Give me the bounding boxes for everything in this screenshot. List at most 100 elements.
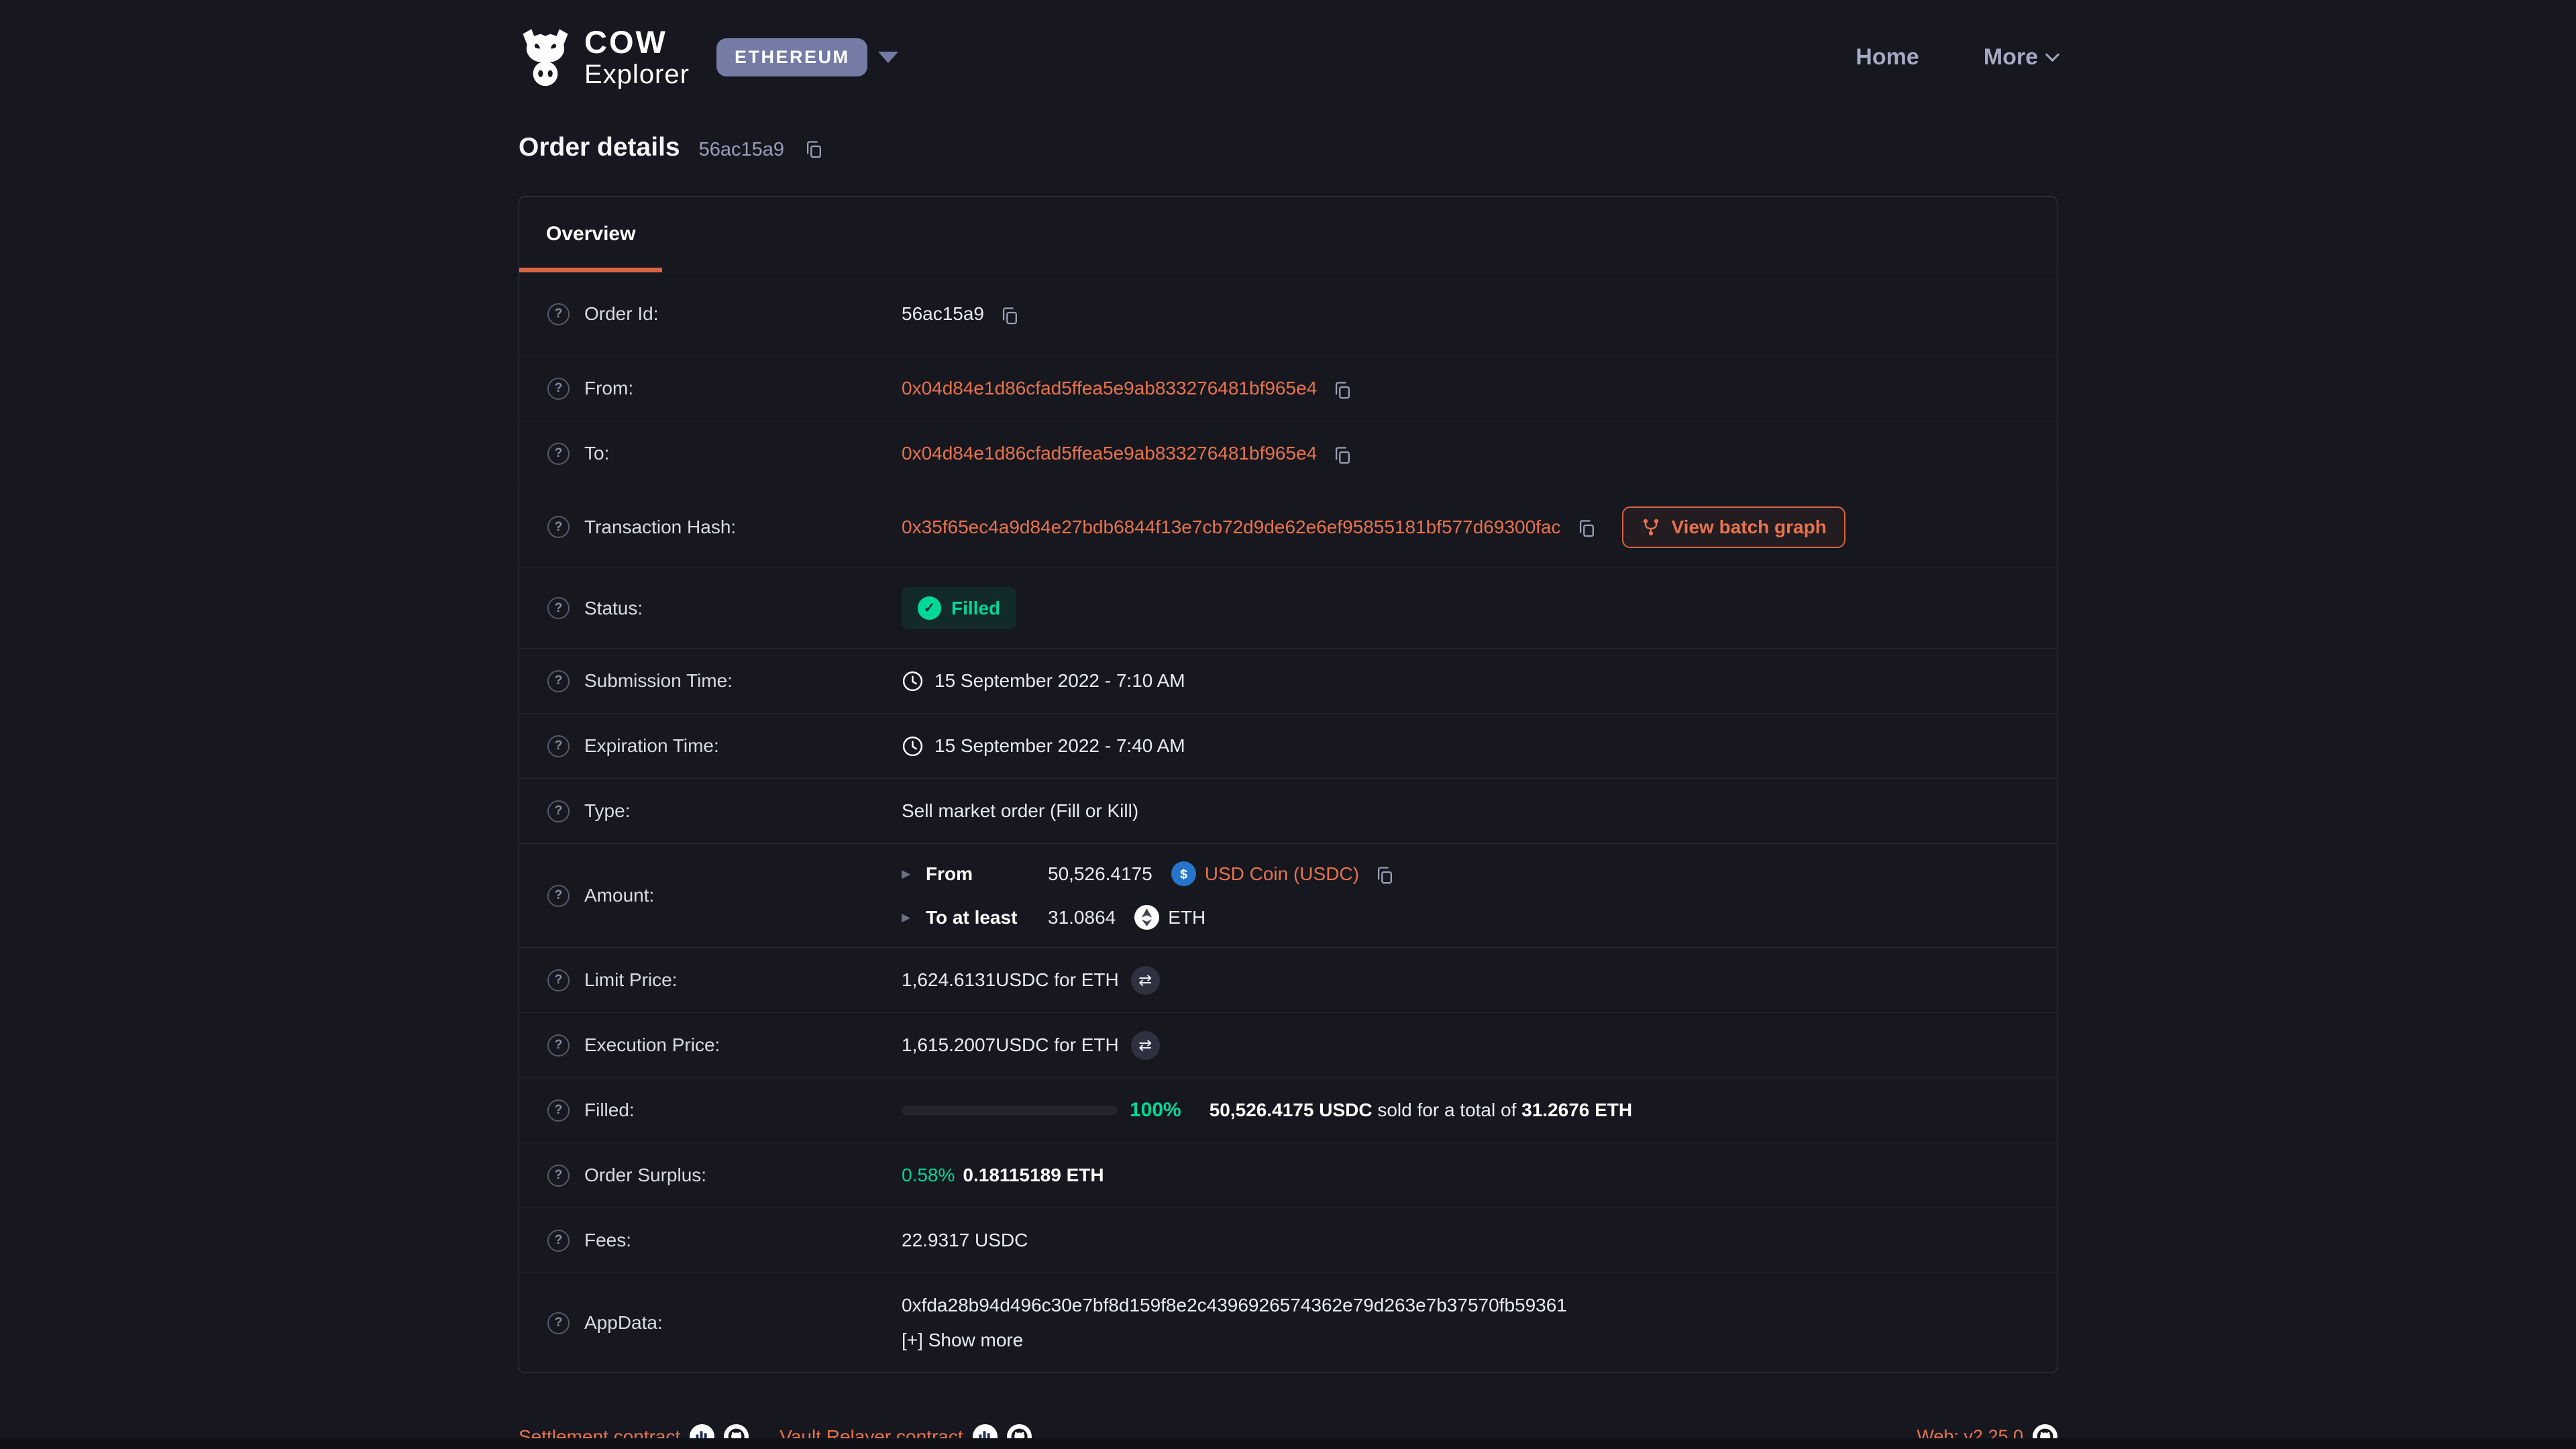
copy-icon — [999, 305, 1020, 326]
row-filled: ? Filled: 100% 50,526.4175 USDC sold for… — [519, 1077, 2057, 1142]
check-circle-icon: ✓ — [918, 596, 941, 620]
from-address-link[interactable]: 0x04d84e1d86cfad5ffea5e9ab833276481bf965… — [902, 378, 1317, 399]
amount-from-value: 50,526.4175 — [1048, 863, 1152, 885]
help-icon[interactable]: ? — [547, 1099, 570, 1122]
order-details-card: Overview ? Order Id: 56ac15a9 ? From: 0x… — [519, 196, 2057, 1373]
cow-explorer-logo[interactable]: COW Explorer — [519, 26, 690, 88]
clock-icon — [902, 735, 924, 757]
type-value: Sell market order (Fill or Kill) — [902, 800, 1138, 822]
row-amount: ? Amount: ▶ From 50,526.4175 $ USD Coin … — [519, 843, 2057, 947]
copy-order-id-value-button[interactable] — [999, 305, 1020, 326]
amount-label: Amount: — [584, 885, 654, 906]
limit-price-label: Limit Price: — [584, 969, 677, 991]
network-dropdown-caret-icon[interactable] — [878, 52, 898, 63]
help-icon[interactable]: ? — [547, 735, 570, 757]
tab-overview[interactable]: Overview — [519, 197, 662, 272]
filled-percent: 100% — [1130, 1099, 1181, 1122]
amount-to-label: To at least — [926, 907, 1048, 928]
usdc-token-icon: $ — [1171, 861, 1196, 886]
order-id-value: 56ac15a9 — [902, 303, 984, 325]
invert-price-button[interactable]: ⇄ — [1131, 1031, 1160, 1060]
help-icon[interactable]: ? — [547, 1230, 570, 1252]
help-icon[interactable]: ? — [547, 378, 570, 400]
clock-icon — [902, 670, 924, 692]
row-transaction-hash: ? Transaction Hash: 0x35f65ec4a9d84e27bd… — [519, 486, 2057, 568]
brand-name: COW — [584, 26, 690, 58]
page-title: Order details — [519, 133, 680, 162]
help-icon[interactable]: ? — [547, 885, 570, 907]
triangle-marker-icon: ▶ — [902, 911, 926, 924]
type-label: Type: — [584, 800, 630, 822]
help-icon[interactable]: ? — [547, 516, 570, 538]
row-from: ? From: 0x04d84e1d86cfad5ffea5e9ab833276… — [519, 356, 2057, 421]
transaction-hash-label: Transaction Hash: — [584, 517, 736, 538]
tab-bar: Overview — [519, 197, 2057, 272]
view-batch-graph-label: View batch graph — [1672, 517, 1827, 538]
copy-icon — [803, 139, 824, 160]
row-order-surplus: ? Order Surplus: 0.58% 0.18115189 ETH — [519, 1142, 2057, 1208]
view-batch-graph-button[interactable]: View batch graph — [1622, 506, 1845, 548]
help-icon[interactable]: ? — [547, 1165, 570, 1187]
copy-transaction-hash-button[interactable] — [1576, 518, 1597, 539]
copy-icon — [1576, 518, 1597, 539]
row-order-id: ? Order Id: 56ac15a9 — [519, 272, 2057, 356]
row-expiration-time: ? Expiration Time: 15 September 2022 - 7… — [519, 713, 2057, 778]
filled-middle-text: sold for a total of — [1377, 1099, 1516, 1120]
copy-icon — [1332, 445, 1352, 466]
row-submission-time: ? Submission Time: 15 September 2022 - 7… — [519, 648, 2057, 713]
nav-home[interactable]: Home — [1856, 44, 1919, 70]
brand-subname: Explorer — [584, 61, 690, 88]
execution-price-label: Execution Price: — [584, 1034, 720, 1056]
copy-icon — [1374, 865, 1395, 885]
status-value: Filled — [951, 598, 1000, 619]
limit-price-value: 1,624.6131USDC for ETH — [902, 969, 1119, 991]
order-short-id: 56ac15a9 — [699, 139, 784, 161]
main-nav: Home More — [1856, 44, 2057, 70]
amount-to-line: ▶ To at least 31.0864 ETH — [902, 905, 1395, 930]
usdc-token-link[interactable]: USD Coin (USDC) — [1205, 863, 1359, 885]
help-icon[interactable]: ? — [547, 303, 570, 325]
show-more-toggle[interactable]: [+] Show more — [902, 1330, 1023, 1351]
submission-time-value: 15 September 2022 - 7:10 AM — [934, 670, 1185, 692]
copy-to-address-button[interactable] — [1332, 445, 1352, 466]
help-icon[interactable]: ? — [547, 670, 570, 692]
copy-icon — [1332, 380, 1352, 400]
eth-token-label: ETH — [1168, 907, 1205, 928]
copy-from-address-button[interactable] — [1332, 380, 1352, 400]
row-fees: ? Fees: 22.9317 USDC — [519, 1208, 2057, 1273]
transaction-hash-link[interactable]: 0x35f65ec4a9d84e27bdb6844f13e7cb72d9de62… — [902, 517, 1561, 538]
row-status: ? Status: ✓ Filled — [519, 568, 2057, 648]
amount-to-value: 31.0864 — [1048, 907, 1116, 928]
invert-price-button[interactable]: ⇄ — [1131, 966, 1160, 995]
bottom-edge — [0, 1438, 2576, 1449]
svg-text:$: $ — [1180, 867, 1187, 882]
status-label: Status: — [584, 598, 643, 619]
row-app-data: ? AppData: 0xfda28b94d496c30e7bf8d159f8e… — [519, 1273, 2057, 1373]
help-icon[interactable]: ? — [547, 1312, 570, 1334]
help-icon[interactable]: ? — [547, 1034, 570, 1057]
order-surplus-label: Order Surplus: — [584, 1165, 706, 1186]
filled-summary: 50,526.4175 USDC sold for a total of 31.… — [1210, 1099, 1632, 1121]
amount-from-line: ▶ From 50,526.4175 $ USD Coin (USDC) — [902, 861, 1395, 886]
copy-usdc-token-button[interactable] — [1374, 865, 1395, 885]
to-address-link[interactable]: 0x04d84e1d86cfad5ffea5e9ab833276481bf965… — [902, 443, 1317, 464]
copy-order-id-button[interactable] — [803, 139, 824, 160]
row-execution-price: ? Execution Price: 1,615.2007USDC for ET… — [519, 1012, 2057, 1077]
fees-value: 22.9317 USDC — [902, 1230, 1028, 1251]
status-badge: ✓ Filled — [902, 587, 1016, 629]
nav-more[interactable]: More — [1984, 44, 2057, 70]
help-icon[interactable]: ? — [547, 969, 570, 991]
network-selector-badge[interactable]: ETHEREUM — [716, 38, 868, 76]
page-head: Order details 56ac15a9 — [519, 130, 2057, 165]
to-label: To: — [584, 443, 609, 464]
row-to: ? To: 0x04d84e1d86cfad5ffea5e9ab83327648… — [519, 421, 2057, 486]
submission-time-label: Submission Time: — [584, 670, 733, 692]
help-icon[interactable]: ? — [547, 443, 570, 465]
row-type: ? Type: Sell market order (Fill or Kill) — [519, 778, 2057, 843]
amount-from-label: From — [926, 863, 1048, 885]
help-icon[interactable]: ? — [547, 800, 570, 822]
help-icon[interactable]: ? — [547, 597, 570, 619]
expiration-time-label: Expiration Time: — [584, 735, 719, 757]
cow-logo-icon — [519, 28, 572, 87]
triangle-marker-icon: ▶ — [902, 867, 926, 881]
